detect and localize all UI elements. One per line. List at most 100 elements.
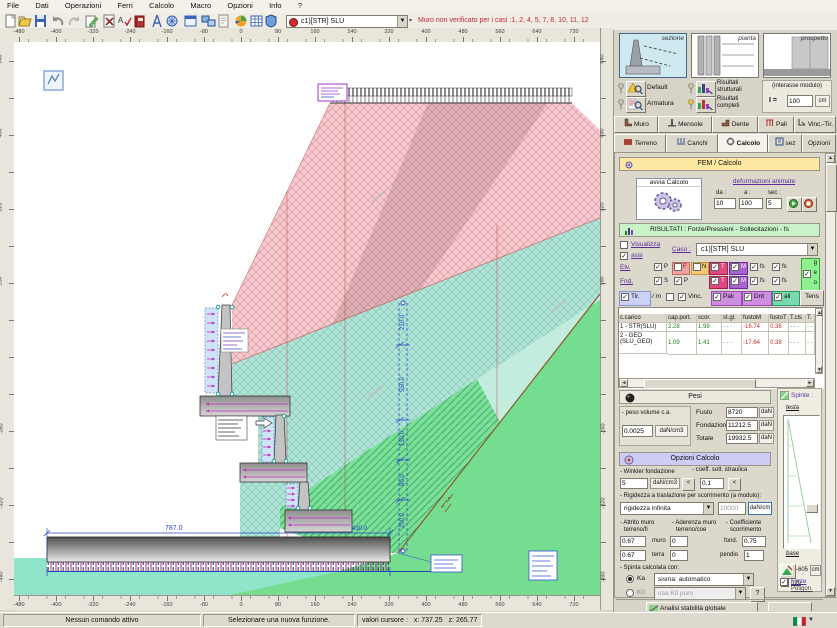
elv-n-checkbox[interactable]: [693, 263, 701, 271]
fnd-p-checkbox[interactable]: ✓: [674, 277, 682, 285]
table-hscroll-thumb[interactable]: [644, 379, 756, 389]
elv-fs2-checkbox[interactable]: ✓: [772, 263, 780, 271]
menu-calcolo[interactable]: Calcolo: [142, 0, 181, 11]
case-selector[interactable]: c1)[STR] SLU ▼: [286, 15, 408, 28]
fnd-m-checkbox[interactable]: ✓: [731, 277, 739, 285]
tab-opzioni[interactable]: Opzioni: [802, 134, 836, 153]
forze-checkbox[interactable]: ✓: [780, 578, 788, 586]
shield-icon[interactable]: [264, 14, 279, 28]
gear-globe-icon[interactable]: [165, 14, 180, 28]
elv-f-checkbox[interactable]: [674, 263, 682, 271]
flag-chevron-icon[interactable]: ▼: [808, 617, 814, 623]
winkler-pick-button[interactable]: <: [682, 478, 695, 491]
chevron-down-icon[interactable]: ▼: [743, 574, 753, 585]
col-header[interactable]: c.carico: [619, 314, 667, 323]
save-icon[interactable]: [33, 14, 48, 28]
col-header[interactable]: cap.port.: [667, 314, 697, 323]
table-row-case[interactable]: 1 - STR(SLU): [619, 323, 667, 332]
col-header[interactable]: fustoT: [769, 314, 789, 323]
pin-icon[interactable]: [617, 99, 625, 110]
terra-input[interactable]: [670, 550, 688, 561]
col-header[interactable]: T.: [806, 314, 815, 323]
active-tool-marker[interactable]: [44, 71, 63, 90]
a-input[interactable]: [739, 198, 763, 209]
menu-info[interactable]: Info: [262, 0, 289, 11]
pali-checkbox[interactable]: ✓: [713, 293, 721, 301]
open-icon[interactable]: [18, 14, 33, 28]
avvia-calcolo-button[interactable]: avvia Calcolo: [636, 178, 702, 220]
menu-opzioni[interactable]: Opzioni: [220, 0, 259, 11]
interasse-input[interactable]: [787, 95, 813, 107]
undo-icon[interactable]: [51, 14, 66, 28]
muro-input[interactable]: [670, 536, 688, 547]
elv-p-checkbox[interactable]: ✓: [654, 263, 662, 271]
spinte-slider[interactable]: [806, 504, 818, 513]
section-drawing-canvas[interactable]: 787.0 210.0 550.0 130.0 80.0 200.0 430.0: [14, 42, 600, 595]
coeff-idraulica-input[interactable]: [700, 478, 724, 489]
peso-volume-input[interactable]: [622, 425, 653, 437]
tab-pali[interactable]: Pali: [758, 116, 794, 133]
totale-input[interactable]: [726, 433, 758, 444]
view-thumbnail-prospetto[interactable]: prospetto: [763, 33, 831, 78]
menu-operazioni[interactable]: Operazioni: [58, 0, 108, 11]
da-input[interactable]: [714, 198, 736, 209]
col-header[interactable]: fustoM: [742, 314, 769, 323]
tab-carichi[interactable]: Carichi: [666, 134, 718, 153]
panel-scrollbar[interactable]: ▲ ▼: [825, 153, 836, 597]
rigidezza-selector[interactable]: rigidezza infinita ▼: [620, 502, 714, 515]
menu-macro[interactable]: Macro: [183, 0, 218, 11]
attrito2-input[interactable]: [620, 550, 646, 561]
vinc-checkbox[interactable]: ✓: [678, 293, 686, 301]
warning-chevron-icon[interactable]: ▾: [409, 17, 412, 24]
window-icon[interactable]: [183, 14, 198, 28]
fnd-t-checkbox[interactable]: ✓: [711, 277, 719, 285]
spinte-tool-button[interactable]: [780, 564, 796, 579]
tir-checkbox[interactable]: ✓: [621, 293, 629, 301]
book-icon[interactable]: [132, 14, 147, 28]
pendio-input[interactable]: [744, 550, 764, 561]
edit-icon[interactable]: [84, 14, 99, 28]
report-icon[interactable]: [216, 14, 231, 28]
view-thumbnail-pianta[interactable]: pianta: [691, 33, 759, 78]
redo-icon[interactable]: [66, 14, 81, 28]
default-view-button[interactable]: [626, 81, 646, 97]
k0-radio[interactable]: [626, 589, 634, 597]
menu-ferri[interactable]: Ferri: [110, 0, 139, 11]
monitors-icon[interactable]: [201, 14, 216, 28]
dnt-checkbox[interactable]: ✓: [744, 293, 752, 301]
colors-icon[interactable]: [234, 14, 249, 28]
elv-fs1-checkbox[interactable]: ✓: [750, 263, 758, 271]
col-header[interactable]: st.gl.: [722, 314, 742, 323]
coeff-pick-button[interactable]: <: [728, 478, 741, 491]
elv-t-checkbox[interactable]: ✓: [711, 263, 719, 271]
menu-file[interactable]: File: [0, 0, 26, 11]
scrollbar-thumb[interactable]: [826, 164, 837, 212]
ali-checkbox[interactable]: ✓: [774, 293, 782, 301]
view-thumbnail-sezione[interactable]: sezione: [619, 33, 687, 78]
scroll-down-icon[interactable]: ▼: [826, 587, 835, 596]
tab-calcolo[interactable]: Calcolo: [718, 134, 768, 153]
tab-vinc-tir[interactable]: Vinc.-Tir.: [794, 116, 836, 133]
sec-input[interactable]: [766, 198, 782, 209]
table-vscrollbar[interactable]: ▲▼: [815, 308, 823, 374]
tab-muro[interactable]: Muro: [614, 116, 658, 133]
scroll-up-icon[interactable]: ▲: [826, 154, 835, 163]
armatura-view-button[interactable]: [626, 97, 646, 113]
caso-selector[interactable]: c1)[STR] SLU ▼: [696, 243, 818, 256]
text-check-icon[interactable]: A: [117, 14, 132, 28]
menu-dati[interactable]: Dati: [28, 0, 55, 11]
chevron-down-icon[interactable]: ▼: [703, 503, 713, 514]
fnd-s-checkbox[interactable]: ✓: [654, 277, 662, 285]
tab-terreno[interactable]: Terreno: [614, 134, 666, 153]
verify-icon[interactable]: [102, 14, 117, 28]
fnd-fs1-checkbox[interactable]: ✓: [750, 277, 758, 285]
col-header[interactable]: scor.: [697, 314, 722, 323]
tens-button[interactable]: Tens: [800, 290, 824, 306]
menu-help[interactable]: ?: [291, 0, 309, 11]
fnd-fs2-checkbox[interactable]: ✓: [772, 277, 780, 285]
sisma-selector[interactable]: sisma: automatico ▼: [654, 573, 754, 586]
per-m-checkbox[interactable]: [666, 293, 674, 301]
pin-icon[interactable]: [687, 83, 695, 94]
fondazione-input[interactable]: [726, 420, 758, 431]
col-header[interactable]: T.cls: [789, 314, 806, 323]
